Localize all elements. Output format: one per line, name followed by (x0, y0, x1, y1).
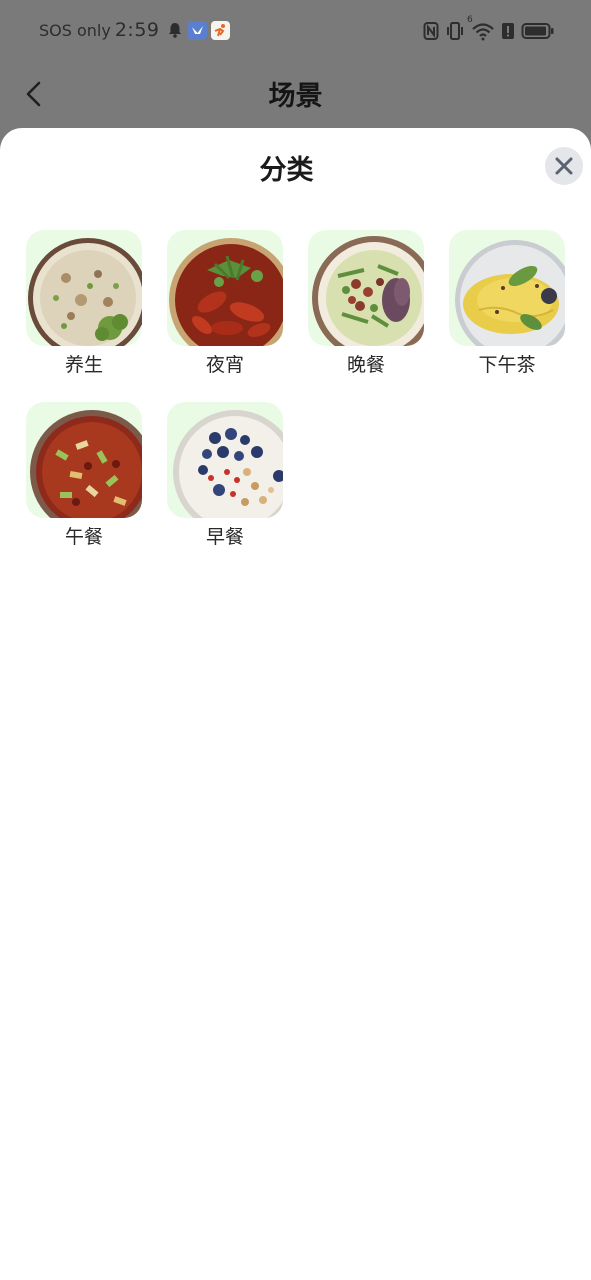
page-title: 场景 (268, 81, 323, 112)
navbar: 场景 (0, 66, 591, 122)
carrier-text: SOS only (39, 20, 111, 40)
close-button[interactable] (545, 147, 583, 185)
category-item-wancan[interactable]: 晚餐 (308, 230, 424, 380)
wifi-6-label: 6 (467, 15, 473, 25)
category-sheet: 分类 养生 夜宵 晚餐 下午茶 午餐 早餐 (0, 128, 591, 1280)
wifi-icon: 6 (467, 15, 495, 45)
congee-image (26, 230, 142, 346)
app-badge-blue-icon (187, 20, 207, 40)
app-badge-orange-icon (210, 20, 230, 40)
close-icon (545, 157, 583, 189)
breakfast-image (167, 402, 283, 518)
status-left: SOS only 2:59 (39, 19, 230, 41)
crayfish-image (167, 230, 283, 346)
nfc-icon (423, 21, 439, 45)
alert-icon (501, 21, 515, 45)
category-label: 早餐 (205, 526, 244, 548)
dinner-image (308, 230, 424, 346)
category-label: 养生 (64, 354, 103, 376)
category-label: 晚餐 (346, 354, 385, 376)
category-label: 夜宵 (205, 354, 244, 376)
category-item-yangsheng[interactable]: 养生 (26, 230, 142, 380)
status-bar: SOS only 2:59 6 (0, 0, 591, 66)
category-item-wucan[interactable]: 午餐 (26, 402, 142, 552)
category-item-xiawucha[interactable]: 下午茶 (449, 230, 565, 380)
status-right: 6 (423, 15, 555, 45)
status-time: 2:59 (114, 19, 160, 41)
category-item-zaocan[interactable]: 早餐 (167, 402, 283, 552)
category-label: 午餐 (64, 526, 103, 548)
vibrate-icon (445, 21, 465, 45)
sheet-title: 分类 (259, 155, 314, 186)
lunch-image (26, 402, 142, 518)
afternoon-tea-image (449, 230, 565, 346)
battery-icon (521, 21, 555, 45)
bell-icon (166, 21, 184, 39)
category-item-yexiao[interactable]: 夜宵 (167, 230, 283, 380)
category-label: 下午茶 (478, 354, 536, 376)
